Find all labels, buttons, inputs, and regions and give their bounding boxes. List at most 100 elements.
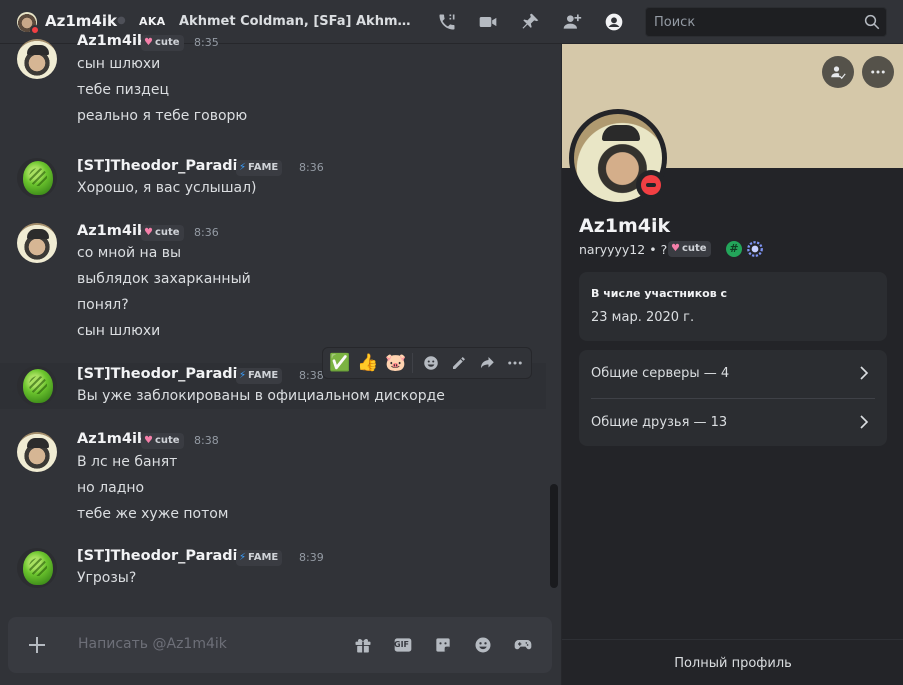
quick-reaction-pig[interactable]: 🐷 — [383, 350, 409, 376]
add-reaction-icon[interactable] — [418, 350, 444, 376]
quick-reaction-check[interactable]: ✅ — [327, 350, 353, 376]
message-text: Вы уже заблокированы в официальном диско… — [77, 388, 445, 404]
badge-label: FAME — [248, 552, 279, 563]
fame-badge: ⚡ FAME — [236, 550, 283, 566]
message-text: Хорошо, я вас услышал) — [77, 180, 257, 196]
badge-label: cute — [681, 243, 707, 254]
phone-call-icon[interactable] — [436, 11, 458, 33]
message-timestamp: 8:35 — [194, 36, 219, 49]
lightning-icon: ⚡ — [239, 162, 247, 173]
member-since-card: В числе участников с 23 мар. 2020 г. — [579, 272, 887, 341]
lightning-icon: ⚡ — [239, 552, 247, 563]
avatar[interactable] — [17, 39, 57, 79]
message-timestamp: 8:38 — [299, 369, 324, 382]
username-text[interactable]: naryyyy12 — [579, 242, 645, 257]
member-since-date: 23 мар. 2020 г. — [591, 310, 695, 325]
badge-label: FAME — [248, 162, 279, 173]
search-icon[interactable] — [863, 13, 881, 31]
message-composer: GIF — [8, 617, 552, 673]
message-text: В лс не банят — [77, 454, 178, 470]
emoji-icon[interactable] — [471, 633, 495, 657]
message-text: тебе же хуже потом — [77, 506, 229, 522]
hashtag-badge-icon[interactable]: # — [726, 241, 742, 257]
full-profile-button[interactable]: Полный профиль — [562, 639, 903, 685]
avatar[interactable] — [17, 223, 57, 263]
pronouns: ? — [660, 242, 668, 257]
message-timestamp: 8:36 — [299, 161, 324, 174]
message-text: реально я тебе говорю — [77, 108, 248, 124]
avatar[interactable] — [17, 548, 57, 588]
message-author[interactable]: [ST]Theodor_Paradise — [77, 548, 256, 564]
message-group[interactable]: Az1m4ik ♥ cute 8:35 сын шлюхи тебе пиздец… — [0, 33, 546, 136]
avatar[interactable] — [17, 432, 57, 472]
lightning-icon: ⚡ — [239, 370, 247, 381]
message-group[interactable]: Az1m4ik ♥ cute 8:36 со мной на вы выблядо… — [0, 215, 546, 347]
more-options-icon[interactable] — [862, 56, 894, 88]
aka-aliases[interactable]: Akhmet Coldman, [SFa] Akhmet_Coldman — [179, 14, 419, 29]
gif-label: GIF — [394, 640, 410, 649]
gift-icon[interactable] — [351, 633, 375, 657]
heart-icon: ♥ — [671, 243, 680, 254]
mutual-servers-label: Общие серверы — 4 — [591, 366, 730, 381]
message-author[interactable]: Az1m4ik — [77, 223, 147, 239]
message-group[interactable]: [ST]Theodor_Paradise ⚡ FAME 8:39 Угрозы? — [0, 542, 546, 594]
profile-username: naryyyy12 • ? — [579, 242, 667, 257]
mutual-friends-label: Общие друзья — 13 — [591, 415, 728, 430]
separator-dot: ● — [117, 15, 126, 26]
badge-label: cute — [154, 227, 180, 238]
message-group[interactable]: [ST]Theodor_Paradise ⚡ FAME 8:36 Хорошо, … — [0, 150, 546, 200]
aka-label: AKA — [139, 15, 166, 28]
divider — [412, 353, 413, 373]
add-friend-icon[interactable] — [561, 11, 583, 33]
chevron-right-icon — [860, 366, 869, 380]
heart-icon: ♥ — [144, 37, 153, 48]
heart-icon: ♥ — [144, 435, 153, 446]
message-author[interactable]: [ST]Theodor_Paradise — [77, 158, 256, 174]
friend-options-icon[interactable] — [822, 56, 854, 88]
edit-icon[interactable] — [446, 350, 472, 376]
dnd-status-icon — [30, 25, 40, 35]
message-timestamp: 8:39 — [299, 551, 324, 564]
mutual-friends-row[interactable]: Общие друзья — 13 — [579, 399, 887, 447]
gif-icon[interactable]: GIF — [391, 633, 415, 657]
message-author[interactable]: Az1m4ik — [77, 431, 147, 447]
pin-icon[interactable] — [519, 11, 541, 33]
message-text: со мной на вы — [77, 245, 182, 261]
sticker-icon[interactable] — [431, 633, 455, 657]
add-attachment-icon[interactable] — [25, 633, 49, 657]
dnd-status-icon — [636, 170, 666, 200]
cute-badge: ♥ cute — [141, 433, 184, 449]
message-group[interactable]: Az1m4ik ♥ cute 8:38 В лс не банят но ладн… — [0, 423, 546, 529]
dm-avatar[interactable] — [17, 12, 40, 35]
message-input[interactable] — [78, 632, 338, 656]
member-since-title: В числе участников с — [591, 287, 728, 300]
message-author[interactable]: Az1m4ik — [77, 33, 147, 49]
message-author[interactable]: [ST]Theodor_Paradise — [77, 366, 256, 382]
message-text: тебе пиздец — [77, 82, 169, 98]
chevron-right-icon — [860, 415, 869, 429]
cute-badge: ♥ cute — [141, 35, 184, 51]
avatar[interactable] — [17, 366, 57, 406]
fame-badge: ⚡ FAME — [236, 368, 283, 384]
forward-icon[interactable] — [474, 350, 500, 376]
search-input[interactable] — [646, 8, 856, 36]
message-text: сын шлюхи — [77, 56, 161, 72]
dm-title[interactable]: Az1m4ik — [45, 12, 117, 30]
nitro-badge-icon[interactable] — [746, 240, 764, 258]
fame-badge: ⚡ FAME — [236, 160, 283, 176]
activities-icon[interactable] — [511, 633, 535, 657]
cute-badge[interactable]: ♥ cute — [668, 241, 711, 257]
message-timestamp: 8:38 — [194, 434, 219, 447]
mutual-servers-row[interactable]: Общие серверы — 4 — [579, 350, 887, 398]
avatar[interactable] — [17, 158, 57, 198]
profile-avatar[interactable] — [569, 109, 667, 207]
separator-dot: • — [649, 242, 657, 257]
search-box[interactable] — [645, 7, 887, 37]
more-icon[interactable] — [502, 350, 528, 376]
quick-reaction-thumbs-up[interactable]: 👍 — [355, 350, 381, 376]
scrollbar[interactable] — [550, 484, 558, 588]
user-profile-icon[interactable] — [603, 11, 625, 33]
message-text: но ладно — [77, 480, 145, 496]
cute-badge: ♥ cute — [141, 225, 184, 241]
video-call-icon[interactable] — [477, 11, 499, 33]
